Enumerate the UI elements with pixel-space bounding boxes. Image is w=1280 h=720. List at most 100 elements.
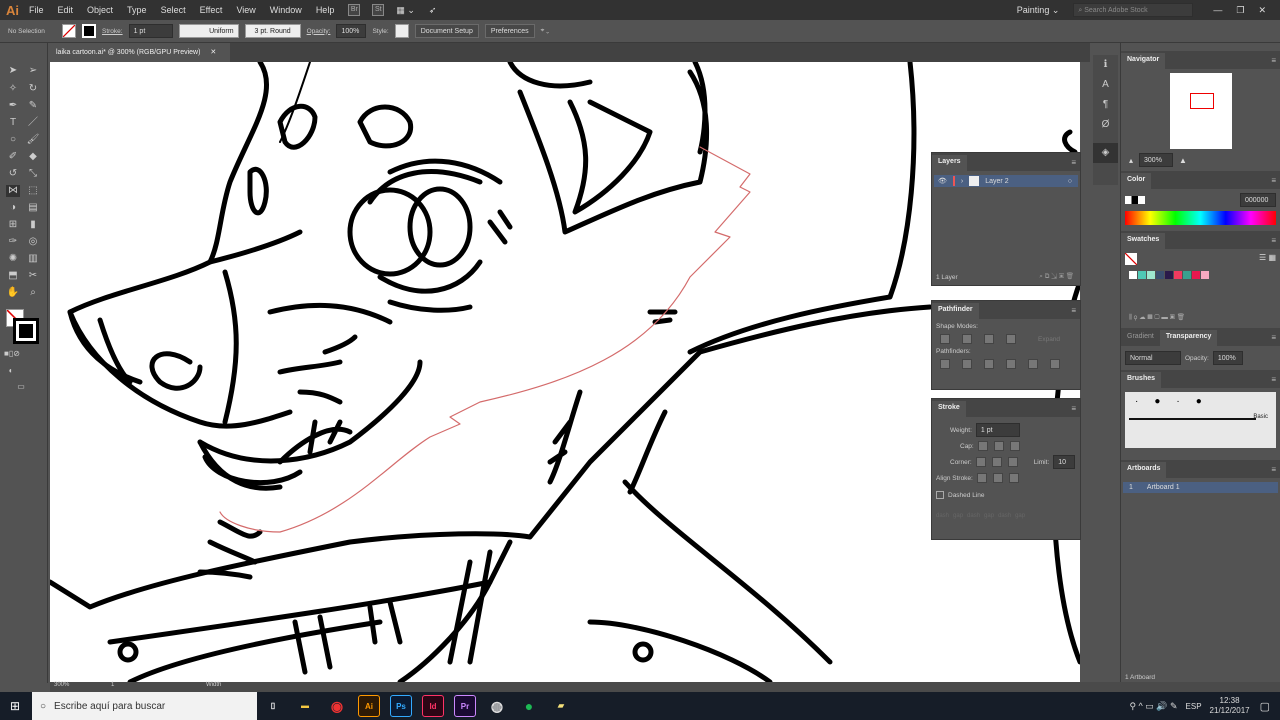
- brush-library[interactable]: ·●·● Basic: [1125, 392, 1276, 448]
- paintbrush-tool-icon[interactable]: 🖌: [26, 134, 40, 146]
- color-swatch[interactable]: [1156, 271, 1164, 279]
- obs-icon[interactable]: ◍: [486, 695, 508, 717]
- ellipse-tool-icon[interactable]: ○: [6, 134, 20, 146]
- stock-button[interactable]: St: [372, 4, 385, 16]
- shaper-tool-icon[interactable]: ✐: [6, 151, 20, 163]
- stroke-weight-field[interactable]: 1 pt: [128, 24, 173, 38]
- line-tool-icon[interactable]: ／: [26, 117, 40, 129]
- pathfinder-title[interactable]: Pathfinder: [932, 303, 979, 319]
- crop-icon[interactable]: [1006, 359, 1016, 369]
- opacity-field[interactable]: 100%: [336, 24, 367, 38]
- panel-menu-icon[interactable]: ≡: [1271, 176, 1276, 185]
- shape-builder-tool-icon[interactable]: ◑: [6, 202, 20, 214]
- color-mode-icons[interactable]: ■▯⊘: [4, 348, 20, 360]
- swatches-footer-icons[interactable]: ⫼ ⚲ ☁ ▦ ▢ ▬ ▣ 🗑: [1129, 313, 1272, 322]
- screen-mode-icon[interactable]: ▭: [14, 381, 28, 393]
- brush-definition[interactable]: 3 pt. Round: [244, 24, 301, 38]
- navigator-zoom-field[interactable]: 300%: [1139, 153, 1174, 167]
- gap-field[interactable]: gap: [1015, 513, 1025, 519]
- opentype-icon[interactable]: Ø: [1093, 115, 1118, 135]
- align-center-icon[interactable]: [976, 473, 987, 483]
- windows-start-icon[interactable]: ⊞: [10, 699, 20, 713]
- brush-tips[interactable]: ·●·●: [1125, 392, 1276, 412]
- lasso-tool-icon[interactable]: ↻: [26, 83, 40, 95]
- file-explorer-icon[interactable]: ▬: [294, 695, 316, 717]
- scale-tool-icon[interactable]: ⤡: [26, 168, 40, 180]
- perspective-grid-tool-icon[interactable]: ▤: [26, 202, 40, 214]
- butt-cap-icon[interactable]: [977, 441, 988, 451]
- gpu-rocket-icon[interactable]: ➶: [429, 5, 437, 16]
- menu-edit[interactable]: Edit: [58, 5, 74, 15]
- dash-field[interactable]: dash: [967, 513, 980, 519]
- info-icon[interactable]: ℹ: [1093, 55, 1118, 75]
- zoom-in-icon[interactable]: ▲: [1179, 156, 1187, 165]
- type-tool-icon[interactable]: T: [6, 117, 20, 129]
- action-center-icon[interactable]: ▢: [1260, 700, 1270, 713]
- stroke-title[interactable]: Stroke: [932, 401, 966, 417]
- color-swatch[interactable]: [1129, 271, 1137, 279]
- panel-menu-icon[interactable]: ≡: [1271, 333, 1276, 342]
- document-tab[interactable]: laika cartoon.ai* @ 300% (RGB/GPU Previe…: [50, 43, 230, 62]
- layer-row[interactable]: 👁 › Layer 2 ○: [934, 175, 1078, 187]
- status-tool[interactable]: Width: [206, 682, 221, 688]
- document-setup-button[interactable]: Document Setup: [414, 24, 479, 38]
- trim-icon[interactable]: [962, 359, 972, 369]
- menu-effect[interactable]: Effect: [200, 5, 223, 15]
- stroke-color-box[interactable]: [13, 318, 39, 344]
- eyedropper-tool-icon[interactable]: ✑: [6, 236, 20, 248]
- fill-swatch[interactable]: [62, 24, 76, 38]
- color-swatch[interactable]: [1165, 271, 1173, 279]
- direct-selection-tool-icon[interactable]: ➢: [26, 65, 40, 77]
- menu-file[interactable]: File: [29, 5, 44, 15]
- dash-field[interactable]: dash: [936, 513, 949, 519]
- curvature-tool-icon[interactable]: ✎: [26, 100, 40, 112]
- limit-field[interactable]: 10: [1053, 455, 1076, 469]
- chrome-icon[interactable]: ◉: [326, 695, 348, 717]
- artboard-canvas[interactable]: [50, 62, 1080, 682]
- hex-field[interactable]: 000000: [1240, 193, 1276, 207]
- grid-view-icon[interactable]: ☰ ▦: [1259, 253, 1276, 267]
- character-icon[interactable]: A: [1093, 75, 1118, 95]
- minus-back-icon[interactable]: [1050, 359, 1060, 369]
- bevel-join-icon[interactable]: [1007, 457, 1018, 467]
- magic-wand-tool-icon[interactable]: ✧: [6, 83, 20, 95]
- task-view-icon[interactable]: ▯: [262, 695, 284, 717]
- navigator-view-box[interactable]: [1189, 93, 1214, 109]
- slice-tool-icon[interactable]: ✂: [26, 270, 40, 282]
- arrange-documents-icon[interactable]: ▦ ⌄: [396, 5, 415, 16]
- panel-menu-icon[interactable]: ≡: [1271, 375, 1276, 384]
- artboard-name[interactable]: Artboard 1: [1147, 482, 1180, 493]
- width-tool-icon[interactable]: ⋈: [6, 185, 20, 197]
- divide-icon[interactable]: [940, 359, 950, 369]
- stock-search-input[interactable]: ⌕ Search Adobe Stock: [1073, 3, 1194, 17]
- bridge-button[interactable]: Br: [348, 4, 361, 16]
- symbol-sprayer-tool-icon[interactable]: ✺: [6, 253, 20, 265]
- premiere-app-icon[interactable]: Pr: [454, 695, 476, 717]
- transparency-title[interactable]: Transparency: [1159, 330, 1218, 346]
- eraser-tool-icon[interactable]: ◆: [26, 151, 40, 163]
- illustrator-app-icon[interactable]: Ai: [358, 695, 380, 717]
- zoom-out-icon[interactable]: ▴: [1129, 156, 1133, 165]
- artboard-tool-icon[interactable]: ⬒: [6, 270, 20, 282]
- blend-tool-icon[interactable]: ◎: [26, 236, 40, 248]
- paragraph-icon[interactable]: ¶: [1093, 95, 1118, 115]
- gradient-tab[interactable]: Gradient: [1121, 330, 1160, 346]
- align-outside-icon[interactable]: [1008, 473, 1019, 483]
- expand-button[interactable]: Expand: [1038, 336, 1060, 343]
- exclude-icon[interactable]: [1006, 334, 1016, 344]
- language-indicator[interactable]: ESP: [1186, 702, 1202, 711]
- panel-menu-icon[interactable]: ≡: [1071, 306, 1076, 315]
- workspace-switcher[interactable]: Painting ⌄: [1017, 5, 1060, 16]
- panel-menu-icon[interactable]: ≡: [1271, 56, 1276, 65]
- color-swatch[interactable]: [1183, 271, 1191, 279]
- outline-icon[interactable]: [1028, 359, 1038, 369]
- fill-stroke-indicator[interactable]: [1125, 253, 1137, 265]
- opacity-label[interactable]: Opacity:: [307, 28, 331, 35]
- gradient-tool-icon[interactable]: ▮: [26, 219, 40, 231]
- restore-button[interactable]: ❐: [1236, 5, 1244, 16]
- menu-help[interactable]: Help: [316, 5, 335, 15]
- graph-tool-icon[interactable]: ▥: [26, 253, 40, 265]
- minus-front-icon[interactable]: [962, 334, 972, 344]
- visibility-eye-icon[interactable]: 👁: [938, 177, 947, 185]
- panel-menu-icon[interactable]: ≡: [1071, 158, 1076, 167]
